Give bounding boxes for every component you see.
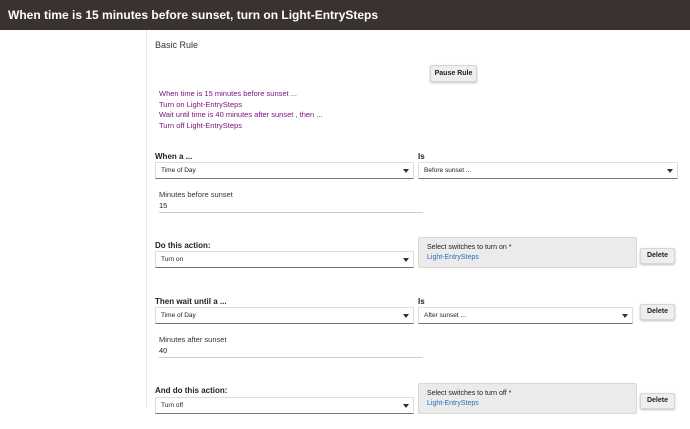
wait-is-value: After sunset ... [424,312,466,319]
summary-line: Wait until time is 40 minutes after suns… [159,110,323,119]
action1-select[interactable]: Turn on [155,251,414,268]
delete-action2-button[interactable]: Delete [640,393,675,409]
switch-selector-on[interactable]: Select switches to turn on * Light-Entry… [418,237,637,268]
wait-type-value: Time of Day [161,312,196,319]
rule-summary: When time is 15 minutes before sunset ..… [159,89,323,131]
minutes-before-label: Minutes before sunset [159,190,233,199]
action2-label: And do this action: [155,386,228,395]
action1-label: Do this action: [155,241,211,250]
trigger-is-select[interactable]: Before sunset ... [418,162,678,179]
delete-wait-button[interactable]: Delete [640,304,675,320]
wait-type-select[interactable]: Time of Day [155,307,414,324]
trigger-is-value: Before sunset ... [424,167,472,174]
action1-value: Turn on [161,256,184,263]
action2-value: Turn off [161,402,184,409]
switch-selector-title: Select switches to turn on * [427,244,512,251]
trigger-type-value: Time of Day [161,167,196,174]
chevron-down-icon [403,314,409,318]
action2-select[interactable]: Turn off [155,397,414,414]
chevron-down-icon [403,258,409,262]
sidebar [0,30,147,408]
app-title-bar: When time is 15 minutes before sunset, t… [0,0,690,30]
wait-is-select[interactable]: After sunset ... [418,307,633,324]
rule-editor: Basic Rule Pause Rule When time is 15 mi… [147,30,690,429]
chevron-down-icon [403,169,409,173]
minutes-after-label: Minutes after sunset [159,335,227,344]
switch-selector-title: Select switches to turn off * [427,390,512,397]
trigger-is-label: Is [418,152,425,161]
wait-label: Then wait until a ... [155,297,227,306]
chevron-down-icon [622,314,628,318]
summary-line: Turn on Light-EntrySteps [159,99,243,109]
chevron-down-icon [403,404,409,408]
trigger-label: When a ... [155,152,193,161]
pause-rule-button[interactable]: Pause Rule [430,65,477,82]
switch-selector-off[interactable]: Select switches to turn off * Light-Entr… [418,383,637,414]
minutes-before-input[interactable]: 15 [159,200,423,213]
chevron-down-icon [667,169,673,173]
selected-switch[interactable]: Light-EntrySteps [427,399,628,409]
wait-is-label: Is [418,297,425,306]
rule-type-heading: Basic Rule [155,40,199,50]
summary-line: When time is 15 minutes before sunset ..… [159,89,297,98]
minutes-after-input[interactable]: 40 [159,345,423,358]
summary-line: Turn off Light-EntrySteps [159,120,242,130]
page-title: When time is 15 minutes before sunset, t… [8,8,379,22]
selected-switch[interactable]: Light-EntrySteps [427,253,628,263]
trigger-type-select[interactable]: Time of Day [155,162,414,179]
delete-action1-button[interactable]: Delete [640,248,675,264]
